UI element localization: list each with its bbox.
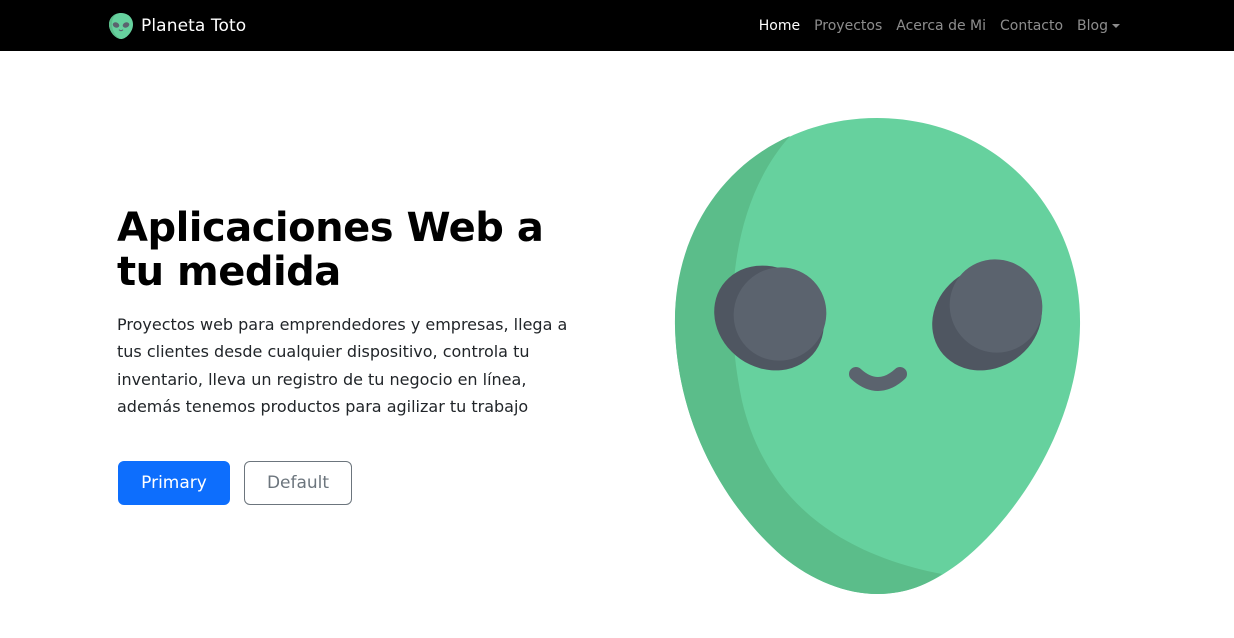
alien-head-illustration bbox=[674, 118, 1081, 594]
alien-head-icon bbox=[109, 13, 133, 39]
hero-title: Aplicaciones Web a tu medida bbox=[117, 205, 544, 295]
nav-item-home[interactable]: Home bbox=[759, 18, 800, 34]
nav-menu: Home Proyectos Acerca de Mi Contacto Blo… bbox=[759, 0, 1120, 51]
nav-item-acerca-de-mi[interactable]: Acerca de Mi bbox=[896, 18, 986, 34]
brand-name: Planeta Toto bbox=[141, 16, 247, 36]
caret-down-icon bbox=[1112, 23, 1120, 28]
nav-item-blog[interactable]: Blog bbox=[1077, 18, 1120, 34]
nav-item-contacto[interactable]: Contacto bbox=[1000, 18, 1063, 34]
hero-description: Proyectos web para emprendedores y empre… bbox=[117, 315, 568, 417]
nav-item-proyectos[interactable]: Proyectos bbox=[814, 18, 882, 34]
primary-button[interactable]: Primary bbox=[118, 461, 230, 505]
brand-link[interactable]: Planeta Toto bbox=[108, 11, 246, 41]
default-button[interactable]: Default bbox=[244, 461, 352, 505]
nav-item-blog-label: Blog bbox=[1077, 17, 1108, 34]
navbar: Planeta Toto Home Proyectos Acerca de Mi… bbox=[0, 0, 1234, 51]
